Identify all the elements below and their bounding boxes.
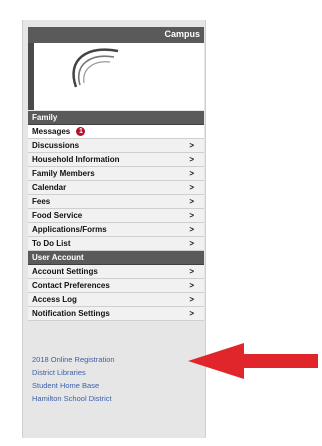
sidebar-item-calendar[interactable]: Calendar >	[28, 181, 204, 195]
sidebar-item-label: Account Settings	[32, 267, 98, 276]
sidebar-item-notification-settings[interactable]: Notification Settings >	[28, 307, 204, 321]
sidebar-item-label: Food Service	[32, 211, 83, 220]
chevron-right-icon: >	[189, 309, 194, 318]
sidebar-item-access-log[interactable]: Access Log >	[28, 293, 204, 307]
sidebar-item-label: To Do List	[32, 239, 71, 248]
sidebar-item-label: Notification Settings	[32, 309, 110, 318]
chevron-right-icon: >	[189, 295, 194, 304]
annotation-arrow-icon	[188, 343, 318, 379]
app-header: Campus	[28, 27, 204, 43]
app-title: Campus	[164, 29, 200, 39]
chevron-right-icon: >	[189, 169, 194, 178]
quick-links: 2018 Online Registration District Librar…	[32, 353, 202, 405]
sidebar-item-applications-forms[interactable]: Applications/Forms >	[28, 223, 204, 237]
section-family: Family	[28, 111, 204, 125]
sidebar-item-account-settings[interactable]: Account Settings >	[28, 265, 204, 279]
chevron-right-icon: >	[189, 211, 194, 220]
sidebar-item-label: Contact Preferences	[32, 281, 110, 290]
sidebar-item-label: Family Members	[32, 169, 95, 178]
sidebar-item-label: Household Information	[32, 155, 120, 164]
sidebar-item-discussions[interactable]: Discussions >	[28, 139, 204, 153]
unread-badge: 1	[76, 127, 86, 137]
link-hamilton-school-district[interactable]: Hamilton School District	[32, 392, 202, 405]
sidebar-item-household-information[interactable]: Household Information >	[28, 153, 204, 167]
sidebar-item-family-members[interactable]: Family Members >	[28, 167, 204, 181]
chevron-right-icon: >	[189, 239, 194, 248]
section-user-account: User Account	[28, 251, 204, 265]
chevron-right-icon: >	[189, 141, 194, 150]
logo-area	[34, 43, 204, 110]
sidebar-item-fees[interactable]: Fees >	[28, 195, 204, 209]
sidebar-item-label: Access Log	[32, 295, 77, 304]
chevron-right-icon: >	[189, 197, 194, 206]
sidebar-item-food-service[interactable]: Food Service >	[28, 209, 204, 223]
link-student-home-base[interactable]: Student Home Base	[32, 379, 202, 392]
link-district-libraries[interactable]: District Libraries	[32, 366, 202, 379]
sidebar-item-to-do-list[interactable]: To Do List >	[28, 237, 204, 251]
sidebar-item-label: Calendar	[32, 183, 67, 192]
sidebar-item-label: Discussions	[32, 141, 80, 150]
campus-logo-icon	[72, 48, 119, 88]
sidebar-menu: Family Messages 1 Discussions > Househol…	[28, 111, 204, 321]
sidebar-item-label: Applications/Forms	[32, 225, 107, 234]
chevron-right-icon: >	[189, 183, 194, 192]
sidebar-item-label: Messages	[32, 127, 71, 136]
chevron-right-icon: >	[189, 155, 194, 164]
chevron-right-icon: >	[189, 281, 194, 290]
sidebar-item-contact-preferences[interactable]: Contact Preferences >	[28, 279, 204, 293]
chevron-right-icon: >	[189, 225, 194, 234]
sidebar-item-label: Fees	[32, 197, 51, 206]
link-2018-online-registration[interactable]: 2018 Online Registration	[32, 353, 202, 366]
chevron-right-icon: >	[189, 267, 194, 276]
sidebar-item-messages[interactable]: Messages 1	[28, 125, 204, 139]
